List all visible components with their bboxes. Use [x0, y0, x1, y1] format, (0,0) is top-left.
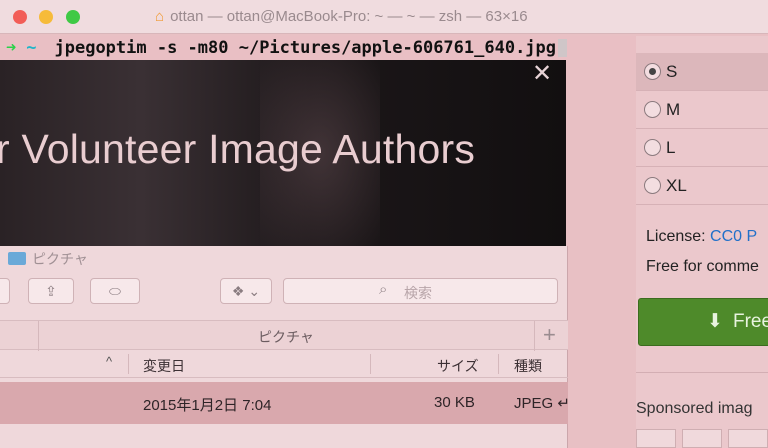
- search-placeholder: 検索: [404, 285, 432, 301]
- file-size: 30 KB: [434, 394, 475, 411]
- tag-button[interactable]: ⬭: [90, 278, 140, 304]
- window-title: ⌂ ottan — ottan@MacBook-Pro: ~ — ~ — zsh …: [155, 8, 528, 25]
- sponsored-heading: Sponsored imag: [636, 400, 753, 417]
- finder-title: ピクチャ: [8, 249, 88, 269]
- close-window-button[interactable]: [13, 10, 27, 24]
- prompt-cwd: ~: [26, 38, 37, 58]
- image-lightbox: r Volunteer Image Authors ✕: [0, 60, 566, 246]
- dropbox-icon: ❖: [231, 283, 245, 299]
- file-date: 2015年1月2日 7:04: [143, 397, 272, 414]
- download-label: Free: [733, 311, 768, 332]
- minimize-window-button[interactable]: [39, 10, 53, 24]
- back-button[interactable]: [0, 278, 10, 304]
- sponsored-thumbnail[interactable]: [728, 429, 768, 448]
- terminal-command: jpegoptim -s -m80 ~/Pictures/apple-60676…: [54, 38, 557, 58]
- close-icon[interactable]: ✕: [532, 62, 552, 86]
- window-titlebar: ⌂ ottan — ottan@MacBook-Pro: ~ — ~ — zsh …: [0, 0, 768, 34]
- size-label: M: [666, 100, 681, 119]
- size-option-s[interactable]: S: [636, 53, 768, 91]
- tab-divider: [534, 321, 535, 351]
- column-kind[interactable]: 種類: [514, 356, 542, 376]
- prompt-arrow-icon: ➜: [6, 38, 17, 58]
- terminal-command-line[interactable]: ➜ ~ jpegoptim -s -m80 ~/Pictures/apple-606…: [0, 36, 670, 60]
- overlay-headline: r Volunteer Image Authors: [0, 126, 476, 172]
- radio-icon[interactable]: [644, 101, 661, 118]
- size-label: XL: [666, 176, 687, 195]
- sponsored-thumbnail[interactable]: [636, 429, 676, 448]
- tab-pictures[interactable]: ピクチャ: [258, 327, 314, 347]
- free-download-button[interactable]: ⬇ Free: [638, 298, 768, 346]
- file-row[interactable]: 2015年1月2日 7:04 30 KB JPEG ↵: [0, 382, 570, 424]
- add-tab-button[interactable]: +: [543, 322, 556, 348]
- home-icon: ⌂: [155, 8, 165, 25]
- finder-window: ピクチャ ⇪ ⬭ ❖ ⌄ ⌕ 検索 ピクチャ + ^ 変更日 サイズ 種類 20…: [0, 246, 570, 448]
- sort-ascending-icon[interactable]: ^: [106, 354, 112, 369]
- finder-title-text: ピクチャ: [32, 251, 88, 267]
- size-label: L: [666, 138, 676, 157]
- file-kind: JPEG ↵: [514, 395, 570, 412]
- radio-icon[interactable]: [644, 177, 661, 194]
- size-label: S: [666, 62, 678, 81]
- license-info: License: CC0 P: [646, 228, 757, 246]
- folder-icon: [8, 252, 26, 265]
- zoom-window-button[interactable]: [66, 10, 80, 24]
- license-link[interactable]: CC0 P: [710, 228, 757, 245]
- size-option-xl[interactable]: XL: [636, 167, 768, 205]
- size-option-m[interactable]: M: [636, 91, 768, 129]
- tab-divider: [38, 321, 39, 351]
- column-divider: [498, 354, 499, 374]
- download-panel: S M L XL License: CC0 P Free for comme ⬇…: [636, 36, 768, 448]
- column-divider: [128, 354, 129, 374]
- tab-bar: ピクチャ +: [0, 320, 568, 351]
- download-icon: ⬇: [707, 311, 723, 332]
- chevron-down-icon: ⌄: [248, 283, 261, 299]
- size-option-l[interactable]: L: [636, 129, 768, 167]
- column-divider: [370, 354, 371, 374]
- share-icon: ⇪: [45, 283, 57, 299]
- usage-note: Free for comme: [646, 258, 759, 275]
- column-modified[interactable]: 変更日: [143, 356, 185, 376]
- sponsored-thumbnails: [636, 429, 768, 448]
- share-button[interactable]: ⇪: [28, 278, 74, 304]
- column-header-row: ^ 変更日 サイズ 種類: [0, 350, 568, 378]
- radio-icon[interactable]: [644, 139, 661, 156]
- sponsored-thumbnail[interactable]: [682, 429, 722, 448]
- tag-icon: ⬭: [109, 283, 121, 299]
- license-label: License:: [646, 228, 706, 245]
- terminal-cursor: [558, 39, 568, 57]
- search-input[interactable]: ⌕ 検索: [283, 278, 558, 304]
- radio-selected-icon[interactable]: [644, 63, 661, 80]
- search-icon: ⌕: [379, 281, 388, 298]
- window-title-text: ottan — ottan@MacBook-Pro: ~ — ~ — zsh —…: [170, 8, 528, 25]
- dropbox-menu-button[interactable]: ❖ ⌄: [220, 278, 272, 304]
- panel-divider: [636, 372, 768, 373]
- column-size[interactable]: サイズ: [437, 356, 479, 376]
